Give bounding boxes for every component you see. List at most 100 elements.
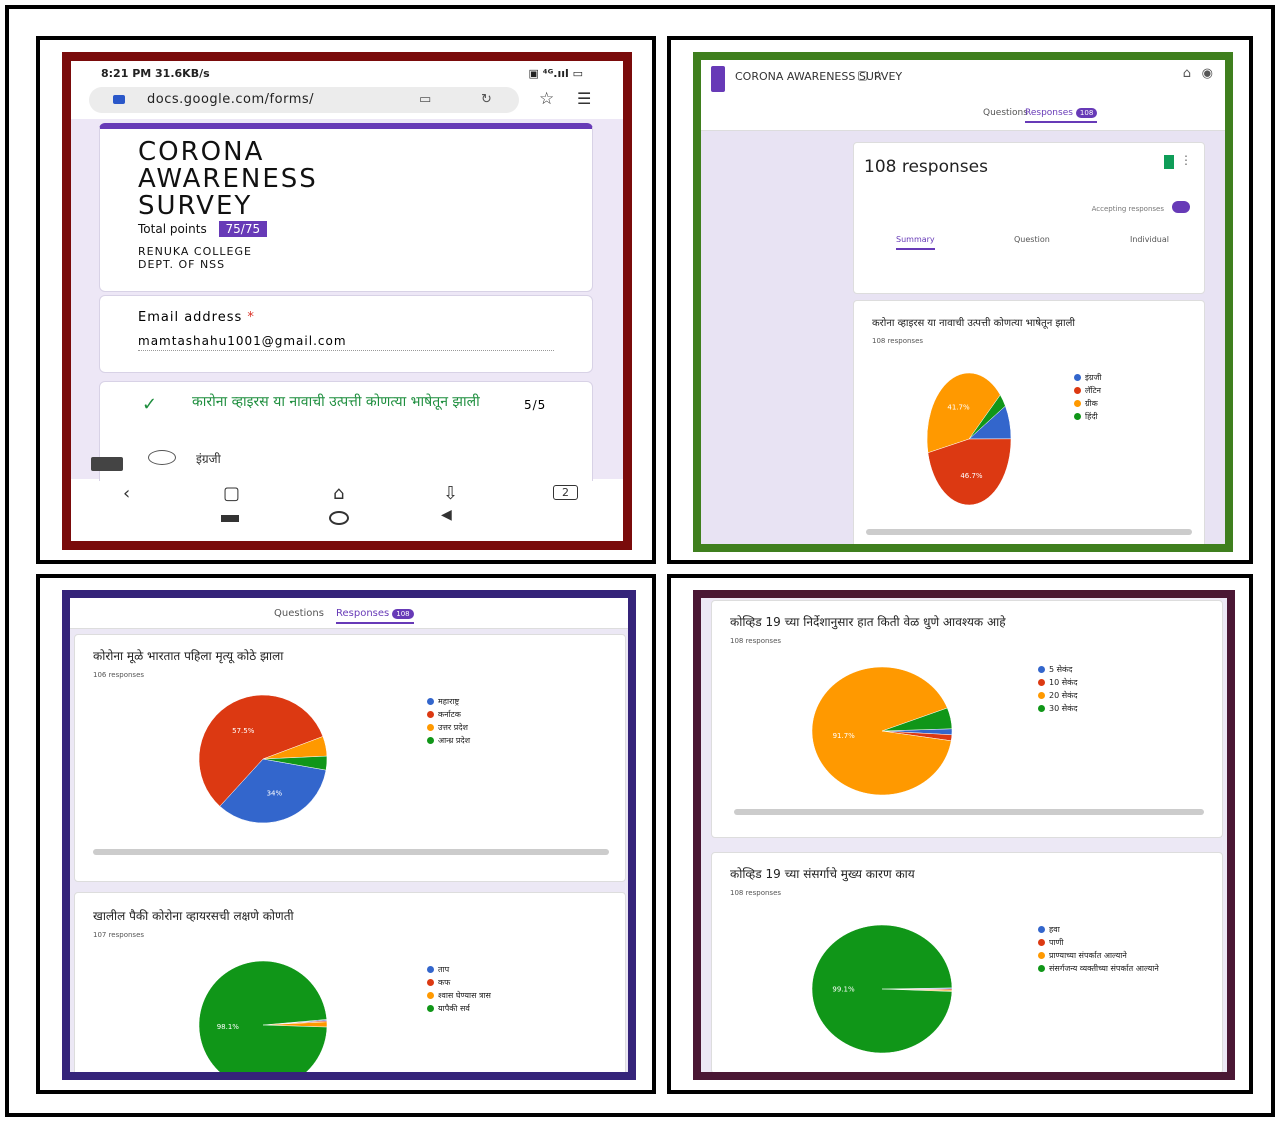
tabs: Questions Responses 108 [701, 98, 1225, 131]
refresh-icon[interactable]: ↻ [481, 92, 492, 107]
chart-1-legend: महाराष्ट्र कर्नाटक उत्तर प्रदेश आन्ध्र प्रद… [427, 695, 470, 747]
horizontal-scrollbar[interactable] [93, 849, 609, 855]
tab-responses[interactable]: Responses 108 [336, 608, 414, 624]
pie-slice-label-2: 57.5% [232, 727, 255, 735]
legend-label: संसर्गजन्य व्यक्तीच्या संपर्कात आल्याने [1049, 964, 1159, 973]
palette-icon[interactable]: ⌂ [1183, 66, 1191, 81]
tab-questions[interactable]: Questions [983, 108, 1028, 118]
legend-item: पाणी [1038, 936, 1188, 949]
question-2-count: 107 responses [93, 931, 145, 939]
legend-label: कर्नाटक [438, 710, 461, 719]
question-score: 5/5 [524, 398, 547, 412]
legend-label: लॅटिन [1085, 386, 1101, 395]
legend-item: प्राण्याच्या संपर्कात आल्याने [1038, 949, 1188, 962]
responses-count-badge: 108 [392, 609, 414, 619]
legend-dot [427, 737, 434, 744]
legend-label: 30 सेकंद [1049, 704, 1078, 713]
legend-dot [1038, 939, 1045, 946]
legend-label: प्राण्याच्या संपर्कात आल्याने [1049, 951, 1127, 960]
status-bar: 8:21 PM 31.6KB/s ▣ ⁴ᴳ.ııl ▭ [101, 67, 603, 83]
horizontal-scrollbar[interactable] [866, 529, 1192, 535]
legend-label: उत्तर प्रदेश [438, 723, 468, 732]
legend-item: इंग्रजी [1074, 371, 1101, 384]
legend-item: महाराष्ट्र [427, 695, 470, 708]
legend-dot [427, 966, 434, 973]
email-label: Email address * [138, 310, 255, 325]
legend-dot [1074, 387, 1081, 394]
responses-header-card: 108 responses ⋮ Accepting responses Summ… [853, 142, 1205, 294]
legend-label: 10 सेकंद [1049, 678, 1078, 687]
radio-option-1[interactable] [148, 450, 176, 465]
pie-slice-label-3: 41.7% [947, 404, 970, 412]
url-text: docs.google.com/forms/ [147, 92, 315, 107]
question-2-title: खालील पैकी कोरोना व्हायरसची लक्षणे कोणती [93, 909, 294, 923]
legend-item: हवा [1038, 923, 1188, 936]
lock-icon [113, 95, 125, 104]
legend-item: हिंदी [1074, 410, 1101, 423]
subtab-question[interactable]: Question [1014, 235, 1050, 244]
back-icon[interactable]: ‹ [123, 483, 130, 504]
responses-screen-2: Questions Responses 108 कोरोना मूळे भारता… [62, 590, 636, 1080]
check-icon: ✓ [142, 394, 158, 415]
legend-dot [427, 992, 434, 999]
chart-2-legend: हवा पाणी प्राण्याच्या संपर्कात आल्याने संसर… [1038, 923, 1188, 975]
folder-icon[interactable]: ▢ [857, 68, 868, 82]
legend-label: श्वास घेण्यास त्रास [438, 991, 491, 1000]
pie-slice-label-4: 98.1% [217, 1023, 240, 1031]
horizontal-scrollbar[interactable] [734, 809, 1204, 815]
question-2-card: खालील पैकी कोरोना व्हायरसची लक्षणे कोणती… [74, 892, 626, 1080]
feedback-icon[interactable] [91, 457, 123, 471]
home-button[interactable] [329, 511, 349, 525]
legend-dot [1038, 692, 1045, 699]
legend-dot [1038, 926, 1045, 933]
sheets-icon[interactable] [1164, 155, 1174, 169]
phone-screen: 8:21 PM 31.6KB/s ▣ ⁴ᴳ.ııl ▭ docs.google.… [62, 52, 632, 550]
browser-nav-bar: ‹ ▢ ⌂ ⇩ 2 ◀ [71, 481, 623, 541]
legend-label: इंग्रजी [1085, 373, 1102, 382]
email-field[interactable]: mamtashahu1001@gmail.com [138, 334, 554, 351]
legend-dot [1074, 400, 1081, 407]
reader-icon[interactable]: ▭ [419, 92, 431, 107]
legend-label: महाराष्ट्र [438, 697, 460, 706]
pie-slice-4[interactable] [198, 960, 328, 1080]
more-icon[interactable]: ⋮ [1180, 153, 1192, 167]
legend-item: श्वास घेण्यास त्रास [427, 989, 491, 1002]
legend-label: हिंदी [1085, 412, 1098, 421]
home-icon[interactable]: ⌂ [333, 483, 344, 504]
legend-dot [1074, 413, 1081, 420]
question-1-title: कोव्हिड 19 च्या निर्देशानुसार हात किती व… [730, 615, 1006, 629]
legend-dot [1074, 374, 1081, 381]
recents-button[interactable] [221, 515, 239, 522]
pie-slice-label-4: 99.1% [832, 986, 855, 994]
form-title: CORONA AWARENESS SURVEY [138, 137, 318, 221]
legend-label: आन्ध्र प्रदेश [438, 736, 471, 745]
question-card: ✓ कारोना व्हाइरस या नावाची उत्पत्ती कोणत… [99, 381, 593, 493]
preview-icon[interactable]: ◉ [1202, 66, 1213, 81]
question-1-card: कोरोना मूळे भारतात पहिला मृत्यू कोठे झाल… [74, 634, 626, 882]
question-1-count: 108 responses [730, 637, 782, 645]
star-icon[interactable]: ☆ [873, 68, 884, 82]
subtab-summary[interactable]: Summary [896, 235, 935, 250]
book-icon[interactable]: ▢ [223, 483, 240, 504]
status-time: 8:21 PM 31.6KB/s [101, 67, 210, 80]
pie-chart: 46.7% 41.7% [926, 372, 1012, 506]
tabs-count[interactable]: 2 [553, 485, 578, 500]
legend-dot [1038, 952, 1045, 959]
legend-dot [1038, 705, 1045, 712]
download-icon[interactable]: ⇩ [443, 483, 458, 504]
legend-item: कर्नाटक [427, 708, 470, 721]
question-text: कारोना व्हाइरस या नावाची उत्पत्ती कोणत्य… [192, 394, 480, 410]
legend-dot [1038, 965, 1045, 972]
pie-slice-label-3: 91.7% [833, 732, 856, 740]
tab-responses[interactable]: Responses 108 [1025, 108, 1098, 123]
pie-chart-2: 99.1% [812, 924, 953, 1054]
points-badge: 75/75 [218, 221, 268, 237]
accepting-toggle[interactable] [1172, 201, 1190, 213]
address-bar[interactable]: docs.google.com/forms/ ▭ ↻ [89, 87, 519, 113]
back-button[interactable]: ◀ [441, 507, 452, 523]
menu-icon[interactable]: ☰ [577, 89, 591, 108]
legend-label: हवा [1049, 925, 1060, 934]
bookmark-star-icon[interactable]: ☆ [539, 89, 554, 109]
tab-questions[interactable]: Questions [274, 608, 324, 619]
subtab-individual[interactable]: Individual [1130, 235, 1169, 244]
